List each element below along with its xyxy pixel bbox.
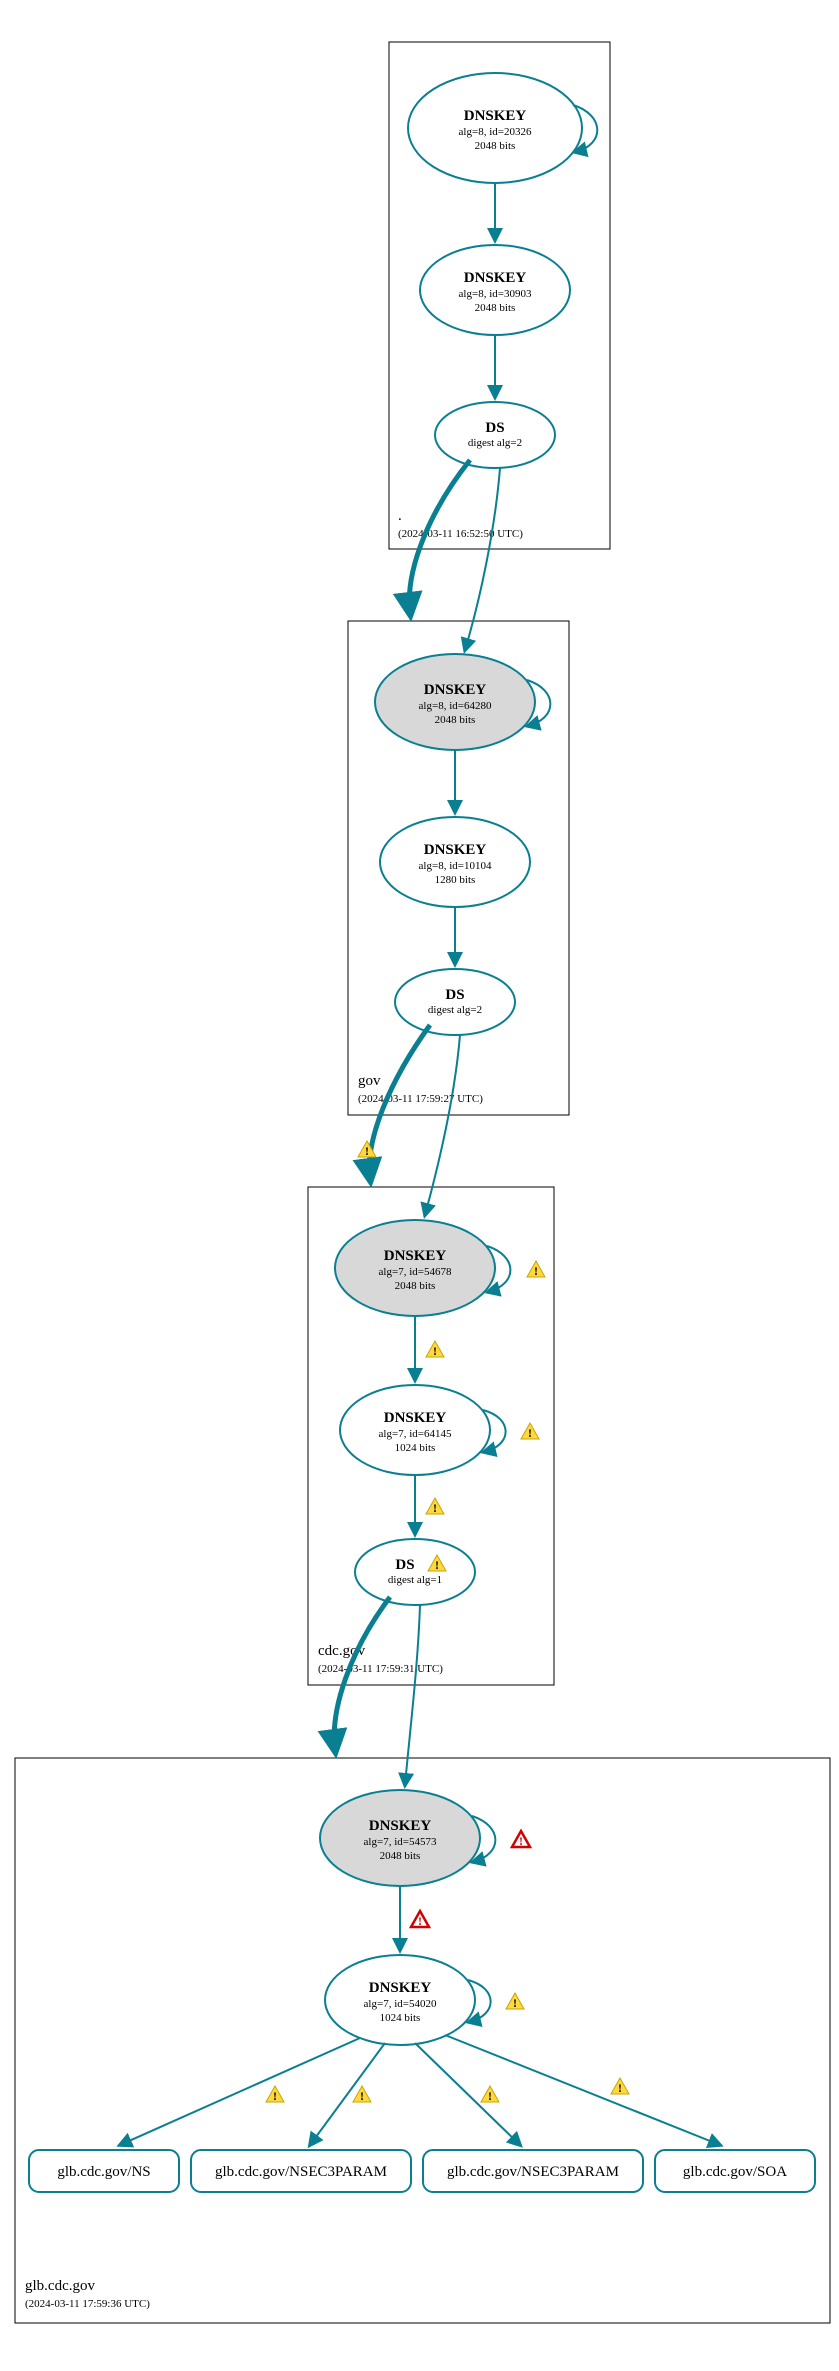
svg-text:alg=8, id=30903: alg=8, id=30903 [459,288,532,300]
svg-text:1024 bits: 1024 bits [380,2012,421,2024]
svg-text:DNSKEY: DNSKEY [384,1248,447,1264]
node-cdc-ds: DS digest alg=1 [355,1539,475,1605]
svg-text:2048 bits: 2048 bits [380,1850,421,1862]
svg-text:(2024-03-11 17:59:31 UTC): (2024-03-11 17:59:31 UTC) [318,1663,443,1675]
svg-text:digest alg=2: digest alg=2 [428,1004,482,1016]
svg-text:DNSKEY: DNSKEY [369,1980,432,1996]
svg-text:glb.cdc.gov/SOA: glb.cdc.gov/SOA [683,2164,787,2180]
svg-text:alg=8, id=20326: alg=8, id=20326 [459,126,532,138]
warning-icon [481,2086,499,2103]
svg-text:glb.cdc.gov: glb.cdc.gov [25,2278,95,2294]
svg-text:glb.cdc.gov/NSEC3PARAM: glb.cdc.gov/NSEC3PARAM [215,2164,387,2180]
warning-icon [426,1498,444,1515]
svg-text:alg=8, id=64280: alg=8, id=64280 [419,700,492,712]
svg-text:DS: DS [485,420,504,436]
svg-text:2048 bits: 2048 bits [475,302,516,314]
svg-text:DNSKEY: DNSKEY [369,1818,432,1834]
svg-text:(2024-03-11 16:52:50 UTC): (2024-03-11 16:52:50 UTC) [398,528,523,540]
node-gov-ksk: DNSKEY alg=8, id=64280 2048 bits [375,654,535,750]
svg-text:DNSKEY: DNSKEY [384,1410,447,1426]
error-icon [512,1831,530,1848]
svg-text:alg=7, id=54678: alg=7, id=54678 [379,1266,452,1278]
svg-text:(2024-03-11 17:59:27 UTC): (2024-03-11 17:59:27 UTC) [358,1093,483,1105]
svg-text:alg=7, id=54020: alg=7, id=54020 [364,1998,437,2010]
warning-icon [506,1993,524,2010]
svg-text:alg=7, id=54573: alg=7, id=54573 [364,1836,437,1848]
node-cdc-zsk: DNSKEY alg=7, id=64145 1024 bits [340,1385,490,1475]
svg-text:alg=8, id=10104: alg=8, id=10104 [419,860,492,872]
svg-text:glb.cdc.gov/NSEC3PARAM: glb.cdc.gov/NSEC3PARAM [447,2164,619,2180]
svg-text:2048 bits: 2048 bits [475,140,516,152]
node-root-ksk: DNSKEY alg=8, id=20326 2048 bits [408,73,582,183]
leaf-soa: glb.cdc.gov/SOA [655,2150,815,2192]
warning-icon [611,2078,629,2095]
node-root-zsk: DNSKEY alg=8, id=30903 2048 bits [420,245,570,335]
warning-icon [266,2086,284,2103]
svg-text:digest alg=2: digest alg=2 [468,437,522,449]
svg-text:gov: gov [358,1073,381,1089]
node-glb-ksk: DNSKEY alg=7, id=54573 2048 bits [320,1790,480,1886]
svg-text:2048 bits: 2048 bits [435,714,476,726]
zone-glb: DNSKEY alg=7, id=54573 2048 bits DNSKEY … [15,1758,830,2323]
warning-icon [521,1423,539,1440]
leaf-ns: glb.cdc.gov/NS [29,2150,179,2192]
text-dnskey: DNSKEY [464,108,527,124]
svg-text:glb.cdc.gov/NS: glb.cdc.gov/NS [57,2164,150,2180]
svg-text:alg=7, id=64145: alg=7, id=64145 [379,1428,452,1440]
node-root-ds: DS digest alg=2 [435,402,555,468]
node-gov-ds: DS digest alg=2 [395,969,515,1035]
svg-text:2048 bits: 2048 bits [395,1280,436,1292]
warning-icon [527,1261,545,1278]
zone-cdc: DNSKEY alg=7, id=54678 2048 bits DNSKEY … [308,1187,554,1685]
warning-icon [426,1341,444,1358]
svg-text:digest alg=1: digest alg=1 [388,1574,442,1586]
svg-text:DS: DS [395,1557,414,1573]
svg-text:DS: DS [445,987,464,1003]
warning-icon [353,2086,371,2103]
svg-text:(2024-03-11 17:59:36 UTC): (2024-03-11 17:59:36 UTC) [25,2298,150,2310]
leaf-nsec3param-2: glb.cdc.gov/NSEC3PARAM [423,2150,643,2192]
svg-text:DNSKEY: DNSKEY [424,682,487,698]
svg-text:.: . [398,508,402,524]
svg-text:DNSKEY: DNSKEY [424,842,487,858]
node-gov-zsk: DNSKEY alg=8, id=10104 1280 bits [380,817,530,907]
leaf-nsec3param-1: glb.cdc.gov/NSEC3PARAM [191,2150,411,2192]
node-glb-zsk: DNSKEY alg=7, id=54020 1024 bits [325,1955,475,2045]
error-icon [411,1911,429,1928]
node-cdc-ksk: DNSKEY alg=7, id=54678 2048 bits [335,1220,495,1316]
svg-text:1024 bits: 1024 bits [395,1442,436,1454]
svg-text:DNSKEY: DNSKEY [464,270,527,286]
svg-text:1280 bits: 1280 bits [435,874,476,886]
